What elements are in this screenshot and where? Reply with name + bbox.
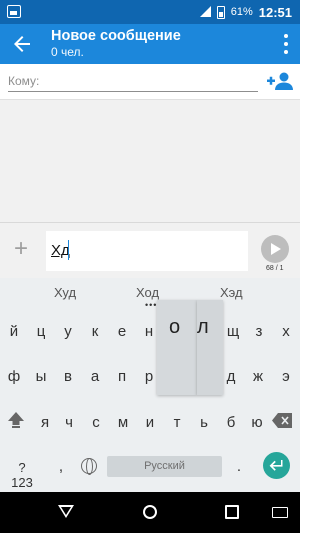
key[interactable]: у: [55, 323, 81, 340]
battery-icon: [216, 5, 225, 19]
message-input[interactable]: [46, 231, 248, 271]
recipient-row: Кому:: [0, 64, 300, 100]
status-icons: 61% 12:51: [199, 3, 292, 21]
globe-icon[interactable]: [81, 458, 97, 475]
key[interactable]: ю: [244, 414, 270, 431]
suggestion-2[interactable]: Ход: [136, 285, 159, 300]
key[interactable]: с: [83, 414, 109, 431]
keyboard-switch-icon[interactable]: [272, 507, 288, 518]
key[interactable]: ф: [1, 368, 27, 385]
suggestion-3[interactable]: Хэд: [220, 285, 243, 300]
char-counter: 68 / 1: [266, 265, 284, 272]
nav-recents-icon[interactable]: [225, 505, 239, 519]
signal-icon: [199, 6, 211, 18]
key[interactable]: т: [164, 414, 190, 431]
key[interactable]: е: [109, 323, 135, 340]
plus-icon[interactable]: +: [14, 237, 28, 261]
enter-icon[interactable]: [263, 452, 290, 479]
keyboard: Худ Ход Хэд ••• й ц у к е н г ш щ з х ф …: [0, 278, 300, 492]
more-suggestions-icon: •••: [145, 300, 158, 310]
recipient-label: Кому:: [8, 74, 40, 88]
space-key[interactable]: Русский: [107, 456, 222, 477]
key[interactable]: з: [246, 323, 272, 340]
symbols-key[interactable]: ?123: [9, 460, 35, 490]
popup-letter[interactable]: о: [169, 316, 180, 339]
key[interactable]: ч: [56, 414, 82, 431]
navigation-bar: [0, 492, 300, 533]
shift-icon[interactable]: [7, 411, 25, 429]
key-preview-popup: о л: [157, 300, 223, 395]
key[interactable]: щ: [220, 323, 246, 340]
key[interactable]: ж: [245, 368, 271, 385]
battery-percent: 61%: [230, 6, 253, 18]
compose-bar: + Хд 68 / 1: [0, 222, 300, 278]
key[interactable]: и: [137, 414, 163, 431]
status-bar: 61% 12:51: [0, 0, 300, 24]
key[interactable]: к: [82, 323, 108, 340]
more-vert-icon[interactable]: [280, 34, 292, 54]
image-notification-icon: [7, 5, 21, 18]
key[interactable]: м: [110, 414, 136, 431]
suggestion-1[interactable]: Худ: [54, 285, 76, 300]
nav-home-icon[interactable]: [143, 505, 157, 519]
backspace-icon[interactable]: [272, 413, 292, 428]
page-title: Новое сообщение: [51, 28, 181, 44]
key[interactable]: ы: [28, 368, 54, 385]
key[interactable]: ь: [191, 414, 217, 431]
clock: 12:51: [258, 4, 292, 20]
popup-letter[interactable]: л: [197, 316, 209, 339]
key[interactable]: й: [1, 323, 27, 340]
key[interactable]: х: [273, 323, 299, 340]
key[interactable]: в: [55, 368, 81, 385]
send-icon[interactable]: [261, 235, 289, 263]
app-bar: Новое сообщение 0 чел.: [0, 24, 300, 64]
back-arrow-icon[interactable]: [10, 32, 34, 56]
key[interactable]: я: [32, 414, 58, 431]
period-key[interactable]: .: [226, 458, 252, 475]
key[interactable]: а: [82, 368, 108, 385]
message-text: Хд: [51, 242, 70, 259]
key[interactable]: ц: [28, 323, 54, 340]
recipient-input[interactable]: [8, 91, 258, 92]
key[interactable]: б: [218, 414, 244, 431]
key[interactable]: п: [109, 368, 135, 385]
text-caret: [68, 240, 69, 260]
suggestion-strip: Худ Ход Хэд •••: [0, 278, 300, 310]
key[interactable]: э: [273, 368, 299, 385]
recipient-count: 0 чел.: [51, 45, 84, 59]
comma-key[interactable]: ,: [48, 458, 74, 475]
person-add-icon[interactable]: [266, 70, 294, 92]
message-thread: [0, 100, 300, 222]
